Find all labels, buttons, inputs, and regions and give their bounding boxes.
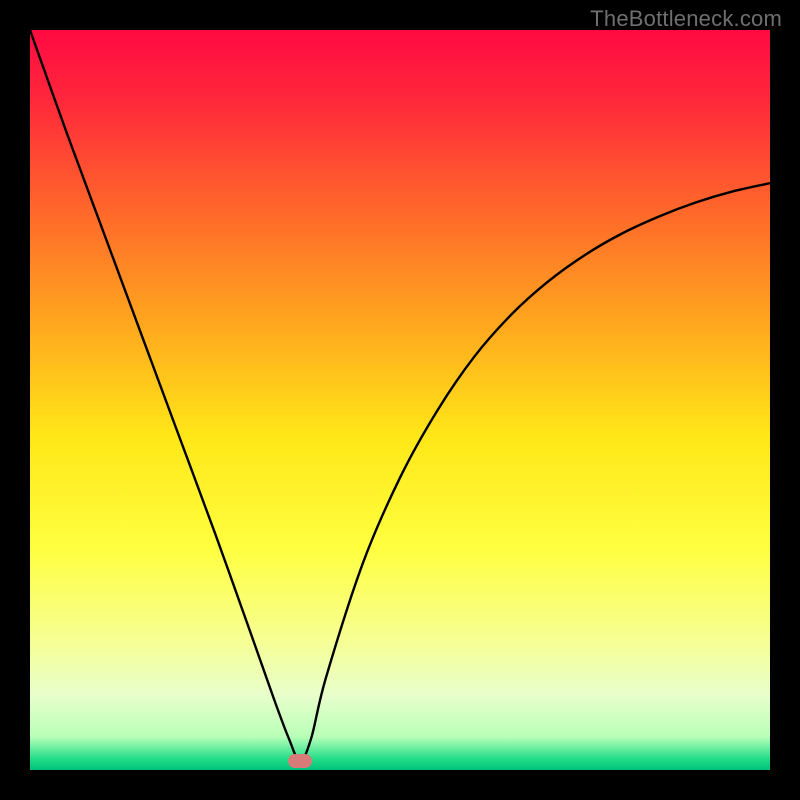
curve-path bbox=[30, 30, 770, 761]
watermark-text: TheBottleneck.com bbox=[590, 6, 782, 32]
plot-area bbox=[30, 30, 770, 770]
bottleneck-curve bbox=[30, 30, 770, 770]
chart-frame: TheBottleneck.com bbox=[0, 0, 800, 800]
optimal-marker bbox=[288, 754, 312, 768]
